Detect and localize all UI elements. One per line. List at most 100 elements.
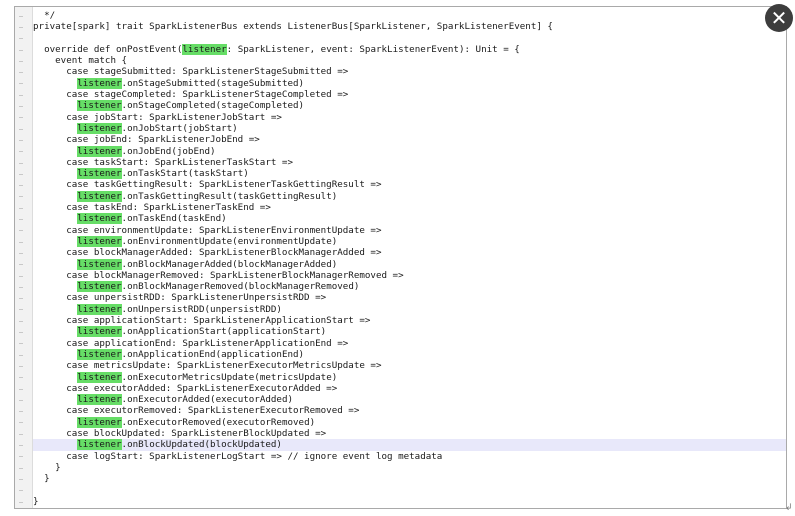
code-line[interactable]: listener.onJobStart(jobStart) <box>33 122 786 134</box>
code-token: : SparkListener, event: SparkListenerEve… <box>226 43 520 55</box>
code-token: .onTaskEnd(taskEnd) <box>121 213 227 225</box>
code-line[interactable]: case taskGettingResult: SparkListenerTas… <box>33 179 786 190</box>
code-token: event match { <box>55 55 128 67</box>
code-editor[interactable]: */private[spark] trait SparkListenerBus … <box>14 6 787 509</box>
code-token: case applicationEnd: SparkListenerApplic… <box>66 337 349 349</box>
gutter-marker <box>19 106 23 108</box>
gutter-marker <box>19 332 23 334</box>
code-line[interactable]: event match { <box>33 55 786 66</box>
highlighted-token: listener <box>77 77 122 89</box>
code-token: case unpersistRDD: SparkListenerUnpersis… <box>66 292 327 304</box>
code-line[interactable]: case taskStart: SparkListenerTaskStart =… <box>33 157 786 168</box>
code-line[interactable]: case unpersistRDD: SparkListenerUnpersis… <box>33 292 786 303</box>
highlighted-token: listener <box>77 326 122 338</box>
gutter-marker <box>19 411 23 413</box>
gutter-marker <box>19 185 23 187</box>
highlighted-token: listener <box>77 213 122 225</box>
code-line[interactable]: case blockManagerRemoved: SparkListenerB… <box>33 270 786 281</box>
code-line[interactable]: case executorRemoved: SparkListenerExecu… <box>33 405 786 416</box>
highlighted-token: listener <box>77 303 122 315</box>
code-token: case taskStart: SparkListenerTaskStart =… <box>66 156 293 168</box>
code-line[interactable]: case jobEnd: SparkListenerJobEnd => <box>33 134 786 145</box>
code-line[interactable]: listener.onExecutorMetricsUpdate(metrics… <box>33 371 786 383</box>
gutter-marker <box>19 298 23 300</box>
code-token: */ <box>44 10 56 21</box>
gutter-marker <box>19 433 23 435</box>
gutter-marker <box>19 128 23 130</box>
code-line[interactable]: listener.onEnvironmentUpdate(environment… <box>33 235 786 247</box>
code-line[interactable] <box>33 33 786 44</box>
code-line[interactable]: listener.onApplicationStart(applicationS… <box>33 326 786 338</box>
code-line[interactable]: listener.onTaskGettingResult(taskGetting… <box>33 190 786 202</box>
code-line[interactable]: listener.onTaskEnd(taskEnd) <box>33 213 786 225</box>
gutter-marker <box>19 320 23 322</box>
code-line[interactable]: listener.onStageSubmitted(stageSubmitted… <box>33 77 786 89</box>
highlighted-token: listener <box>77 281 122 293</box>
code-line[interactable]: private[spark] trait SparkListenerBus ex… <box>33 21 786 32</box>
code-token: .onExecutorRemoved(executorRemoved) <box>121 416 316 428</box>
code-line[interactable]: case blockManagerAdded: SparkListenerBlo… <box>33 247 786 258</box>
gutter-marker <box>19 478 23 480</box>
code-line[interactable]: */ <box>33 10 786 21</box>
highlighted-token: listener <box>77 416 122 428</box>
code-line[interactable]: } <box>33 473 786 484</box>
close-button[interactable]: ✕ <box>765 4 793 32</box>
highlighted-token: listener <box>77 122 122 134</box>
code-line[interactable]: listener.onStageCompleted(stageCompleted… <box>33 100 786 112</box>
resize-icon[interactable]: ↲ <box>785 503 793 513</box>
code-token: case blockManagerAdded: SparkListenerBlo… <box>66 247 382 259</box>
code-line[interactable]: listener.onApplicationEnd(applicationEnd… <box>33 348 786 360</box>
gutter-marker <box>19 445 23 447</box>
code-line[interactable]: listener.onBlockUpdated(blockUpdated) <box>33 439 786 451</box>
code-token: .onJobStart(jobStart) <box>121 122 238 134</box>
gutter-marker <box>19 241 23 243</box>
code-line[interactable]: case applicationEnd: SparkListenerApplic… <box>33 338 786 349</box>
code-line[interactable]: } <box>33 462 786 473</box>
code-line[interactable] <box>33 484 786 495</box>
gutter-marker <box>19 467 23 469</box>
code-token: private[spark] trait SparkListenerBus ex… <box>33 21 553 33</box>
gutter-marker <box>19 83 23 85</box>
code-line[interactable]: override def onPostEvent(listener: Spark… <box>33 43 786 55</box>
code-token: case taskGettingResult: SparkListenerTas… <box>66 179 382 191</box>
code-line[interactable]: case metricsUpdate: SparkListenerExecuto… <box>33 360 786 371</box>
code-line[interactable]: listener.onBlockManagerRemoved(blockMana… <box>33 281 786 293</box>
code-area[interactable]: */private[spark] trait SparkListenerBus … <box>33 10 786 507</box>
code-line[interactable]: case environmentUpdate: SparkListenerEnv… <box>33 225 786 236</box>
code-line[interactable]: case jobStart: SparkListenerJobStart => <box>33 112 786 123</box>
code-line[interactable]: case applicationStart: SparkListenerAppl… <box>33 315 786 326</box>
code-token: case metricsUpdate: SparkListenerExecuto… <box>66 360 382 372</box>
gutter-marker <box>19 354 23 356</box>
gutter-marker <box>19 264 23 266</box>
gutter-marker <box>19 275 23 277</box>
code-line[interactable]: case logStart: SparkListenerLogStart => … <box>33 451 786 462</box>
code-line[interactable]: listener.onExecutorAdded(executorAdded) <box>33 394 786 406</box>
code-line[interactable]: case stageCompleted: SparkListenerStageC… <box>33 89 786 100</box>
code-line[interactable]: listener.onBlockManagerAdded(blockManage… <box>33 258 786 270</box>
code-line[interactable]: listener.onExecutorRemoved(executorRemov… <box>33 416 786 428</box>
code-line[interactable]: listener.onJobEnd(jobEnd) <box>33 145 786 157</box>
code-line[interactable]: case taskEnd: SparkListenerTaskEnd => <box>33 202 786 213</box>
code-line[interactable]: case blockUpdated: SparkListenerBlockUpd… <box>33 428 786 439</box>
code-line[interactable]: } <box>33 496 786 507</box>
code-line[interactable]: case stageSubmitted: SparkListenerStageS… <box>33 66 786 77</box>
code-line[interactable]: listener.onUnpersistRDD(unpersistRDD) <box>33 303 786 315</box>
code-line[interactable]: case executorAdded: SparkListenerExecuto… <box>33 383 786 394</box>
code-line[interactable]: listener.onTaskStart(taskStart) <box>33 168 786 180</box>
